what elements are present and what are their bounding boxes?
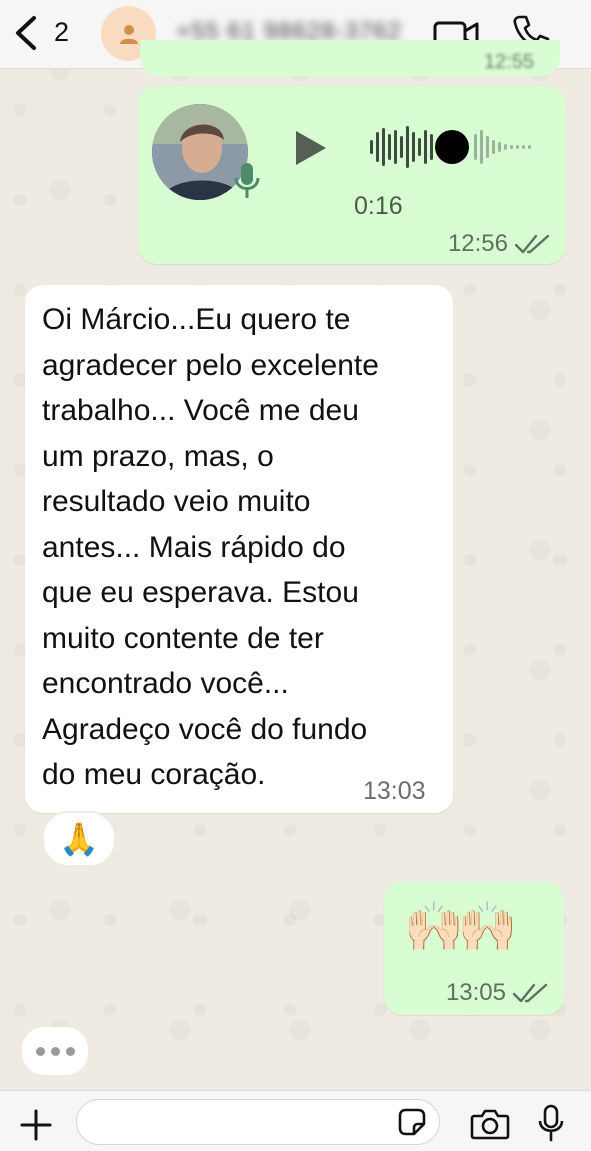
input-bar — [0, 1090, 591, 1151]
typing-dot — [35, 1046, 45, 1056]
chevron-left-icon[interactable] — [12, 14, 40, 52]
message-time: 13:03 — [363, 777, 426, 805]
double-check-icon — [514, 234, 550, 254]
voice-message-bubble[interactable]: 0:16 12:56 — [138, 86, 566, 264]
sticker-icon[interactable] — [396, 1106, 428, 1138]
microphone-icon[interactable] — [536, 1103, 566, 1143]
incoming-message-bubble[interactable]: Oi Márcio...Eu quero te agradecer pelo e… — [25, 285, 453, 813]
message-line: muito contente de ter — [42, 621, 324, 655]
message-line: que eu esperava. Estou — [42, 576, 359, 609]
message-input[interactable] — [76, 1099, 440, 1145]
message-line: agradecer pelo excelente — [42, 348, 379, 382]
camera-icon[interactable] — [470, 1107, 510, 1141]
previous-message-bubble[interactable]: 12:55 — [140, 40, 560, 76]
play-icon[interactable] — [292, 128, 328, 168]
message-line: trabalho... Você me deu — [42, 394, 359, 427]
typing-indicator — [22, 1027, 88, 1075]
message-text: Oi Márcio...Eu quero te agradecer pelo e… — [42, 297, 442, 798]
message-time: 12:56 — [447, 230, 508, 257]
message-time: 12:55 — [483, 51, 534, 73]
plus-icon[interactable] — [18, 1107, 54, 1143]
message-line: Oi Márcio...Eu quero te — [42, 303, 351, 336]
outgoing-emoji-bubble[interactable]: 🙌🏻🙌🏻 13:05 — [384, 882, 564, 1015]
voice-duration: 0:16 — [354, 192, 403, 220]
message-time: 13:05 — [445, 979, 506, 1006]
message-line: Agradeço você do fundo — [42, 712, 368, 746]
message-meta: 13:05 — [446, 979, 550, 1007]
double-check-icon — [512, 983, 548, 1003]
message-line: encontrado você... — [42, 667, 289, 700]
message-line: antes... Mais rápido do — [42, 530, 346, 564]
message-line: resultado veio muito — [42, 485, 311, 518]
message-line: um prazo, mas, o — [42, 439, 274, 473]
raising-hands-emoji: 🙌🏻🙌🏻 — [404, 901, 518, 954]
person-icon — [119, 24, 138, 44]
message-meta: 12:56 — [448, 230, 552, 258]
waveform[interactable] — [368, 122, 538, 172]
typing-dot — [50, 1046, 60, 1056]
praying-hands-emoji: 🙏 — [59, 821, 99, 857]
reaction-badge[interactable]: 🙏 — [42, 811, 116, 867]
unread-count[interactable]: 2 — [54, 17, 69, 48]
microphone-icon — [234, 163, 260, 198]
typing-dot — [65, 1046, 75, 1056]
